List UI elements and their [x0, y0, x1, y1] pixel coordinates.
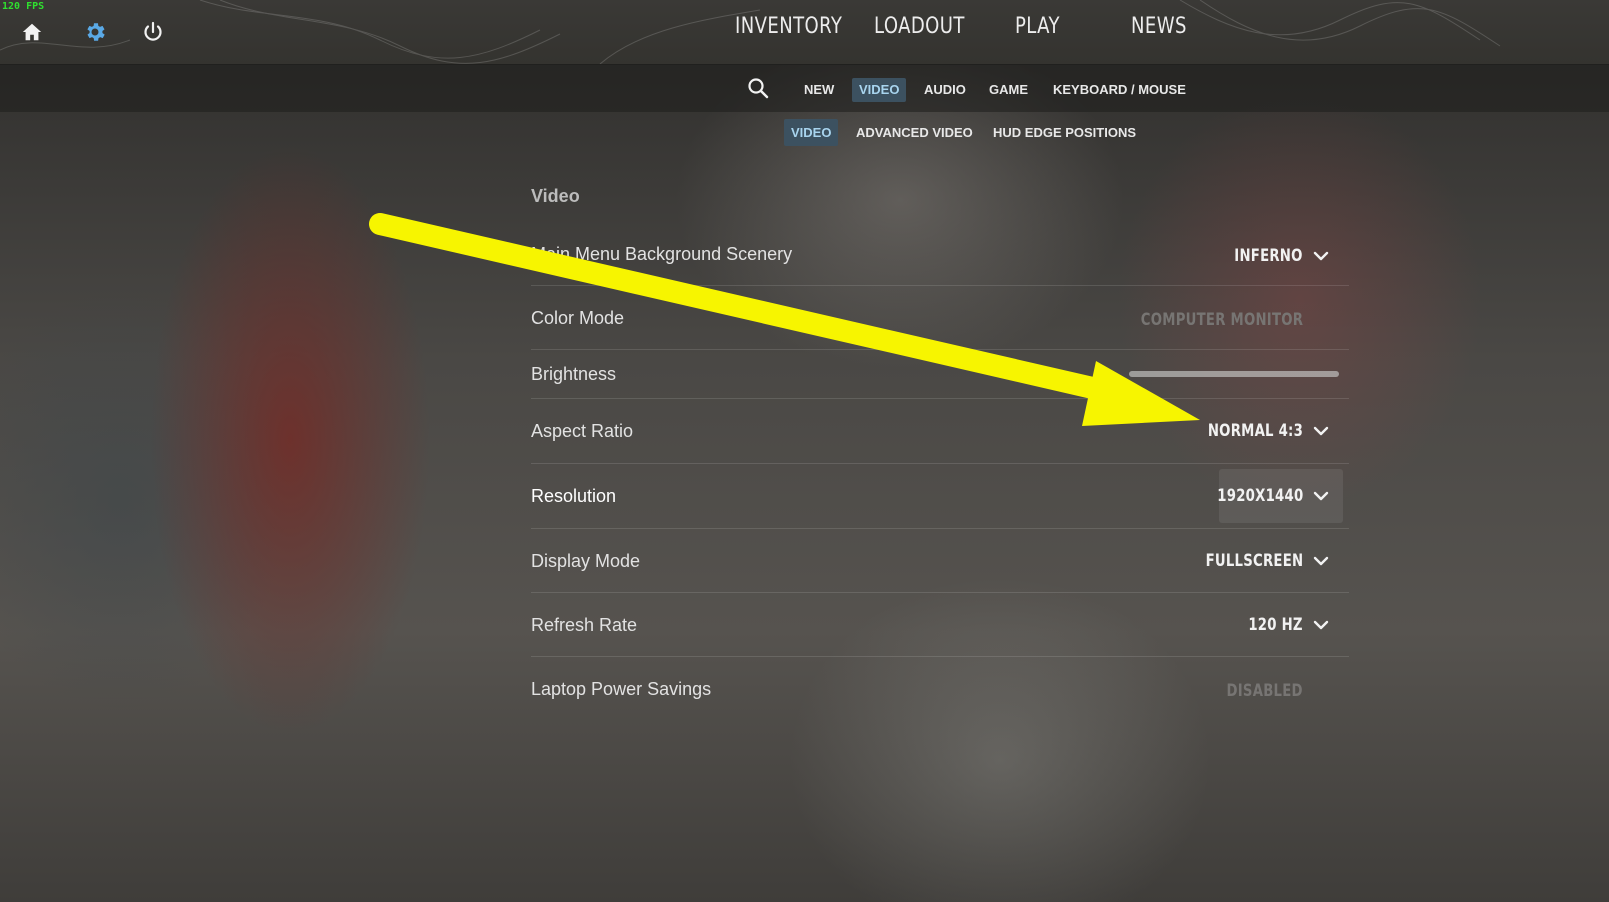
tab-new[interactable]: NEW	[797, 78, 841, 102]
dropdown-value: INFERNO	[1234, 246, 1303, 266]
setting-row-laptop-power-savings: Laptop Power Savings DISABLED	[531, 657, 1349, 720]
setting-row-refresh-rate: Refresh Rate 120 HZ	[531, 593, 1349, 657]
laptop-power-savings-dropdown: DISABLED	[1205, 669, 1349, 713]
fps-counter: 120 FPS	[2, 1, 45, 12]
resolution-dropdown[interactable]: 1920X1440	[1216, 469, 1343, 523]
chevron-down-icon	[1313, 248, 1329, 264]
background-scenery-dropdown[interactable]: INFERNO	[1215, 234, 1349, 278]
dropdown-value: 120 HZ	[1248, 615, 1303, 635]
dropdown-value: 1920X1440	[1216, 486, 1303, 506]
setting-label: Aspect Ratio	[531, 421, 634, 441]
setting-label: Resolution	[531, 486, 617, 506]
tab-game[interactable]: GAME	[982, 78, 1035, 102]
top-navigation-bar: 120 FPS INVENTORY LOADOUT PLAY NEWS	[0, 0, 1609, 65]
setting-row-background-scenery: Main Menu Background Scenery INFERNO	[531, 232, 1349, 286]
chevron-down-icon	[1313, 423, 1329, 439]
settings-category-bar: NEW VIDEO AUDIO GAME KEYBOARD / MOUSE	[0, 64, 1609, 112]
setting-label: Laptop Power Savings	[531, 679, 712, 699]
power-icon[interactable]	[139, 18, 167, 46]
nav-news[interactable]: NEWS	[1131, 14, 1187, 39]
setting-row-color-mode: Color Mode COMPUTER MONITOR	[531, 286, 1349, 350]
dropdown-value: COMPUTER MONITOR	[1140, 310, 1303, 330]
subtab-advanced-video[interactable]: ADVANCED VIDEO	[849, 119, 980, 146]
setting-label: Display Mode	[531, 551, 641, 571]
chevron-down-icon	[1313, 488, 1329, 504]
dropdown-value: NORMAL 4:3	[1207, 421, 1303, 441]
gear-icon[interactable]	[81, 18, 109, 46]
search-icon[interactable]	[746, 76, 770, 100]
setting-row-resolution: Resolution 1920X1440	[531, 464, 1349, 529]
setting-label: Brightness	[531, 364, 617, 384]
setting-row-aspect-ratio: Aspect Ratio NORMAL 4:3	[531, 399, 1349, 464]
aspect-ratio-dropdown[interactable]: NORMAL 4:3	[1181, 409, 1349, 453]
tab-audio[interactable]: AUDIO	[917, 78, 973, 102]
tab-video[interactable]: VIDEO	[852, 78, 907, 102]
display-mode-dropdown[interactable]: FULLSCREEN	[1178, 539, 1349, 583]
section-title: Video	[531, 186, 580, 206]
dropdown-value: FULLSCREEN	[1205, 551, 1303, 571]
home-icon[interactable]	[18, 18, 46, 46]
nav-inventory[interactable]: INVENTORY	[735, 14, 842, 39]
chevron-down-icon	[1313, 617, 1329, 633]
brightness-slider-fill	[1129, 371, 1339, 377]
setting-label: Color Mode	[531, 308, 625, 328]
nav-loadout[interactable]: LOADOUT	[874, 14, 965, 39]
refresh-rate-dropdown[interactable]: 120 HZ	[1233, 603, 1349, 647]
chevron-down-icon	[1313, 553, 1329, 569]
color-mode-dropdown: COMPUTER MONITOR	[1095, 298, 1349, 342]
setting-label: Main Menu Background Scenery	[531, 244, 793, 264]
setting-label: Refresh Rate	[531, 615, 638, 635]
game-settings-screen: 120 FPS INVENTORY LOADOUT PLAY NEWS NEW …	[0, 0, 1609, 902]
tab-keyboard-mouse[interactable]: KEYBOARD / MOUSE	[1046, 78, 1193, 102]
nav-play[interactable]: PLAY	[1015, 14, 1060, 39]
setting-row-display-mode: Display Mode FULLSCREEN	[531, 529, 1349, 593]
brightness-slider[interactable]	[1129, 371, 1339, 377]
dropdown-value: DISABLED	[1226, 681, 1303, 701]
subtab-video[interactable]: VIDEO	[784, 119, 839, 146]
subtab-hud-edge-positions[interactable]: HUD EDGE POSITIONS	[986, 119, 1143, 146]
setting-row-brightness: Brightness	[531, 350, 1349, 399]
